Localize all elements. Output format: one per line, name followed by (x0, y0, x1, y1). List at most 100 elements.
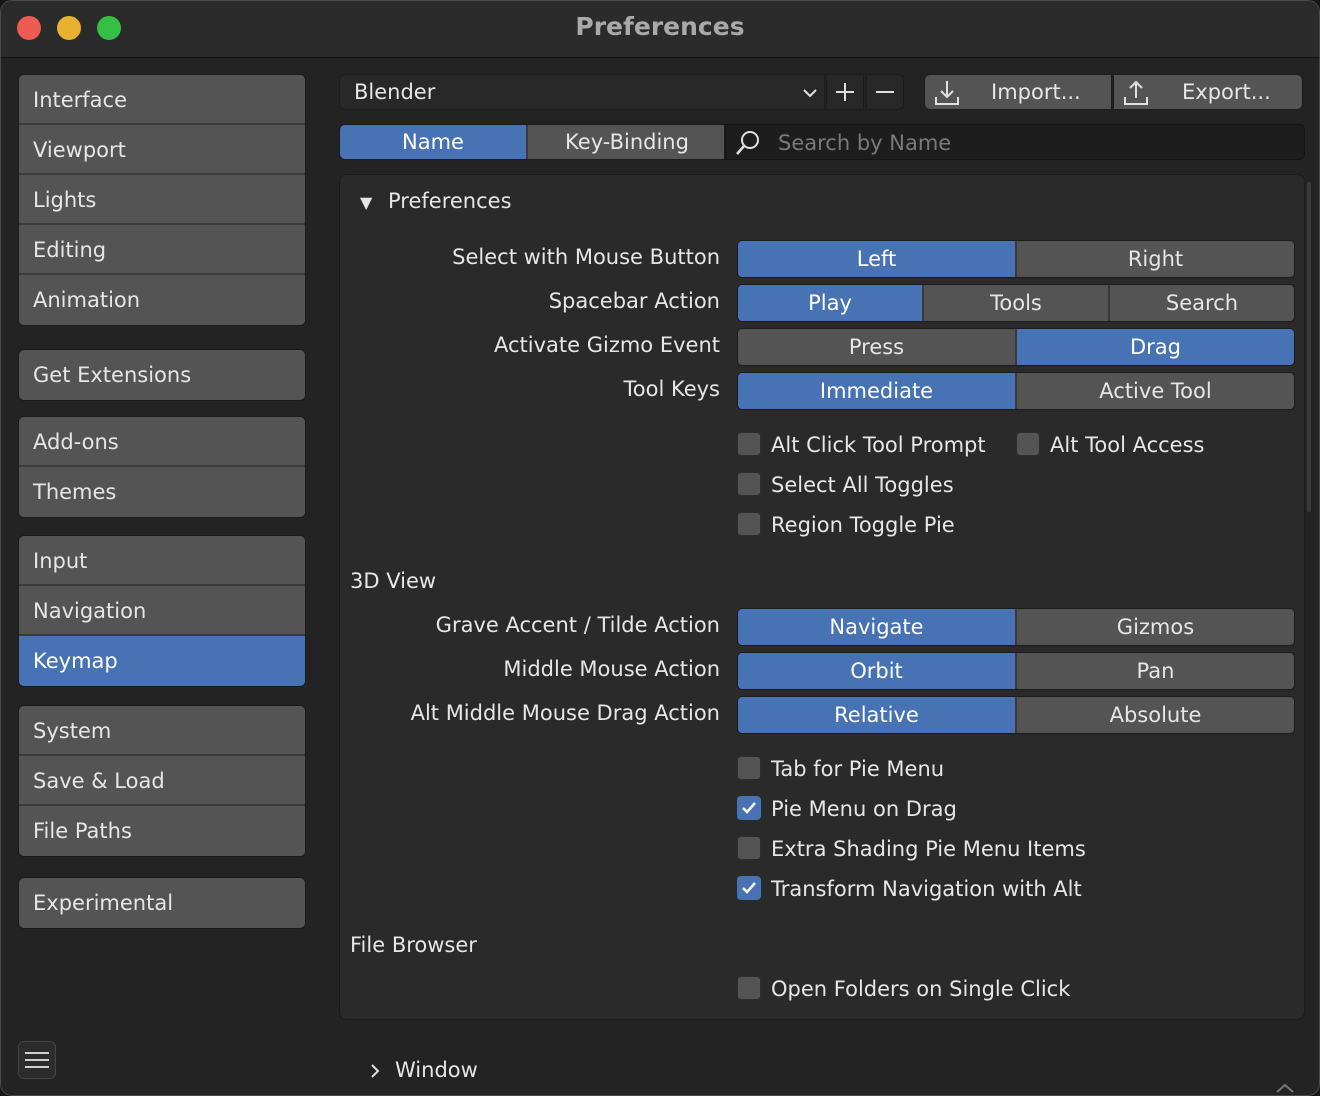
preferences-section-header[interactable]: ▼ Preferences (360, 189, 512, 213)
sidebar-item-editing[interactable]: Editing (19, 225, 305, 275)
option-relative[interactable]: Relative (738, 697, 1015, 733)
checkbox-box[interactable] (737, 512, 761, 536)
checkbox-select-all-toggles[interactable]: Select All Toggles (737, 472, 954, 501)
option-absolute[interactable]: Absolute (1015, 697, 1294, 733)
filter-tab-name[interactable]: Name (340, 125, 526, 159)
select-mouse-button-selector: Left Right (737, 240, 1295, 278)
window-section-header[interactable]: Window (367, 1058, 478, 1082)
sidebar-item-save-load[interactable]: Save & Load (19, 756, 305, 806)
search-field (725, 124, 1305, 160)
checkbox-transform-navigation-alt[interactable]: Transform Navigation with Alt (737, 876, 1082, 905)
option-orbit[interactable]: Orbit (738, 653, 1015, 689)
checkbox-label: Region Toggle Pie (771, 513, 955, 537)
search-input[interactable] (776, 127, 1280, 159)
minus-icon (876, 91, 894, 93)
hamburger-menu-button[interactable] (18, 1041, 56, 1079)
option-pan[interactable]: Pan (1015, 653, 1294, 689)
option-play[interactable]: Play (738, 285, 922, 321)
filter-tab-key-binding[interactable]: Key-Binding (526, 125, 724, 159)
checkbox-box[interactable] (737, 836, 761, 860)
checkbox-tab-for-pie-menu[interactable]: Tab for Pie Menu (737, 756, 945, 785)
option-active-tool[interactable]: Active Tool (1015, 373, 1294, 409)
import-button[interactable]: Import... (924, 74, 1112, 110)
checkbox-alt-tool-access[interactable]: Alt Tool Access (1016, 432, 1204, 461)
option-search[interactable]: Search (1108, 285, 1294, 321)
chevron-right-icon (371, 1064, 380, 1078)
sidebar-item-viewport[interactable]: Viewport (19, 125, 305, 175)
remove-preset-button[interactable] (866, 74, 904, 110)
row-label-select-mouse: Select with Mouse Button (452, 245, 720, 269)
preferences-window: Preferences Interface Viewport Lights Ed… (0, 0, 1320, 1096)
checkbox-extra-shading-pie[interactable]: Extra Shading Pie Menu Items (737, 836, 1086, 865)
checkbox-label: Tab for Pie Menu (771, 757, 945, 781)
checkbox-region-toggle-pie[interactable]: Region Toggle Pie (737, 512, 955, 541)
checkbox-box-checked[interactable] (737, 876, 761, 900)
checkbox-label: Transform Navigation with Alt (771, 877, 1082, 901)
import-icon (935, 81, 959, 105)
option-left[interactable]: Left (738, 241, 1015, 277)
checkbox-label: Select All Toggles (771, 473, 954, 497)
row-label-grave-accent: Grave Accent / Tilde Action (435, 613, 720, 637)
option-gizmos[interactable]: Gizmos (1015, 609, 1294, 645)
sidebar-group-1: Interface Viewport Lights Editing Animat… (18, 74, 306, 326)
scrollbar[interactable] (1307, 182, 1311, 512)
section-file-browser-title: File Browser (350, 933, 477, 957)
checkbox-open-folders-single-click[interactable]: Open Folders on Single Click (737, 976, 1071, 1005)
sidebar-item-navigation[interactable]: Navigation (19, 586, 305, 636)
scroll-up-icon[interactable] (1271, 1081, 1299, 1095)
sidebar-item-lights[interactable]: Lights (19, 175, 305, 225)
filter-type-selector: Name Key-Binding (339, 124, 725, 160)
sidebar-group-3: Add-ons Themes (18, 416, 306, 518)
checkbox-box[interactable] (737, 756, 761, 780)
hamburger-icon (25, 1052, 49, 1068)
row-label-middle-mouse: Middle Mouse Action (503, 657, 720, 681)
checkbox-label: Pie Menu on Drag (771, 797, 957, 821)
checkbox-box-checked[interactable] (737, 796, 761, 820)
sidebar-item-experimental[interactable]: Experimental (19, 878, 305, 928)
option-drag[interactable]: Drag (1015, 329, 1294, 365)
checkbox-label: Alt Click Tool Prompt (771, 433, 986, 457)
option-right[interactable]: Right (1015, 241, 1294, 277)
sidebar-group-2: Get Extensions (18, 349, 306, 401)
sidebar-item-file-paths[interactable]: File Paths (19, 806, 305, 856)
checkbox-alt-click-tool-prompt[interactable]: Alt Click Tool Prompt (737, 432, 986, 461)
window-section-title: Window (395, 1058, 478, 1082)
checkbox-label: Open Folders on Single Click (771, 977, 1071, 1001)
middle-mouse-action-selector: Orbit Pan (737, 652, 1295, 690)
tool-keys-selector: Immediate Active Tool (737, 372, 1295, 410)
row-label-spacebar: Spacebar Action (548, 289, 720, 313)
checkbox-box[interactable] (737, 432, 761, 456)
checkbox-box[interactable] (737, 976, 761, 1000)
option-navigate[interactable]: Navigate (738, 609, 1015, 645)
alt-middle-mouse-drag-selector: Relative Absolute (737, 696, 1295, 734)
sidebar-item-system[interactable]: System (19, 706, 305, 756)
export-button[interactable]: Export... (1113, 74, 1303, 110)
keymap-preset-select[interactable]: Blender (339, 74, 825, 110)
sidebar-item-add-ons[interactable]: Add-ons (19, 417, 305, 467)
title-bar: Preferences (1, 1, 1319, 58)
sidebar-item-input[interactable]: Input (19, 536, 305, 586)
sidebar-item-keymap[interactable]: Keymap (19, 636, 305, 686)
checkbox-box[interactable] (1016, 432, 1040, 456)
option-immediate[interactable]: Immediate (738, 373, 1015, 409)
export-label: Export... (1182, 80, 1271, 104)
sidebar-group-4: Input Navigation Keymap (18, 535, 306, 687)
sidebar-item-get-extensions[interactable]: Get Extensions (19, 350, 305, 400)
import-label: Import... (991, 80, 1081, 104)
sidebar-item-interface[interactable]: Interface (19, 75, 305, 125)
keymap-preset-value: Blender (354, 80, 436, 104)
add-preset-button[interactable] (826, 74, 864, 110)
gizmo-event-selector: Press Drag (737, 328, 1295, 366)
export-icon (1124, 80, 1148, 105)
option-press[interactable]: Press (738, 329, 1015, 365)
plus-icon (836, 83, 854, 101)
checkbox-box[interactable] (737, 472, 761, 496)
option-tools[interactable]: Tools (922, 285, 1108, 321)
section-3d-view-title: 3D View (350, 569, 437, 593)
sidebar-item-animation[interactable]: Animation (19, 275, 305, 325)
sidebar-item-themes[interactable]: Themes (19, 467, 305, 517)
preferences-panel: ▼ Preferences Select with Mouse Button Le… (339, 174, 1305, 1020)
spacebar-action-selector: Play Tools Search (737, 284, 1295, 322)
checkbox-pie-menu-on-drag[interactable]: Pie Menu on Drag (737, 796, 957, 825)
checkmark-icon (742, 802, 756, 814)
